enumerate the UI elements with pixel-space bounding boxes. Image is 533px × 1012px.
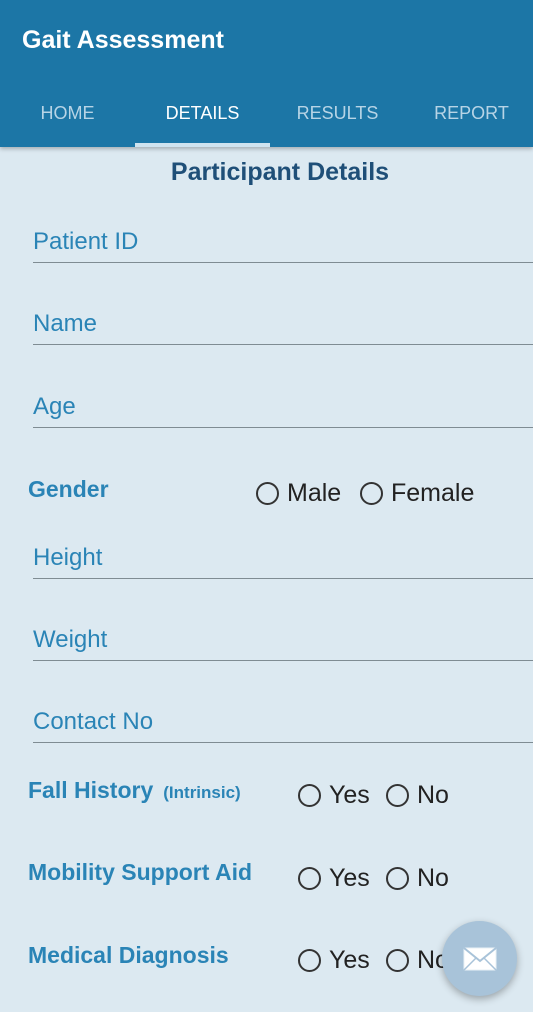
medical-diagnosis-no-radio[interactable]: No	[386, 946, 449, 975]
weight-field[interactable]	[33, 620, 533, 661]
active-tab-indicator	[135, 143, 270, 147]
app-title: Gait Assessment	[22, 26, 224, 54]
mobility-aid-yes-radio[interactable]: Yes	[298, 864, 370, 893]
gender-label: Gender	[28, 476, 109, 502]
mobility-aid-yes-label: Yes	[329, 864, 370, 892]
fall-history-text: Fall History	[28, 777, 154, 803]
section-title: Participant Details	[170, 158, 390, 186]
fall-history-yes-label: Yes	[329, 781, 370, 809]
contact-no-field[interactable]	[33, 702, 533, 743]
patient-id-field[interactable]	[33, 222, 533, 263]
name-field[interactable]	[33, 304, 533, 345]
medical-diagnosis-yes-label: Yes	[329, 946, 370, 974]
mail-icon	[462, 946, 497, 971]
tab-home[interactable]: HOME	[0, 103, 135, 124]
mobility-aid-label: Mobility Support Aid	[28, 859, 253, 885]
radio-circle-icon	[386, 949, 409, 972]
radio-circle-icon	[360, 482, 383, 505]
fall-history-sublabel: (Intrinsic)	[163, 783, 241, 802]
mobility-aid-no-radio[interactable]: No	[386, 864, 449, 893]
mobility-aid-no-label: No	[417, 864, 449, 892]
radio-circle-icon	[256, 482, 279, 505]
app-bar: Gait Assessment HOME DETAILS RESULTS REP…	[0, 0, 533, 147]
age-field[interactable]	[33, 387, 533, 428]
fall-history-no-label: No	[417, 781, 449, 809]
tab-results[interactable]: RESULTS	[270, 103, 405, 124]
height-field[interactable]	[33, 538, 533, 579]
fall-history-no-radio[interactable]: No	[386, 781, 449, 810]
radio-circle-icon	[298, 949, 321, 972]
radio-circle-icon	[386, 867, 409, 890]
fall-history-yes-radio[interactable]: Yes	[298, 781, 370, 810]
gender-male-radio[interactable]: Male	[256, 479, 341, 508]
medical-diagnosis-label: Medical Diagnosis	[28, 942, 229, 968]
tab-details[interactable]: DETAILS	[135, 103, 270, 124]
gender-male-label: Male	[287, 479, 342, 507]
radio-circle-icon	[298, 784, 321, 807]
medical-diagnosis-yes-radio[interactable]: Yes	[298, 946, 370, 975]
gender-female-label: Female	[391, 479, 475, 507]
fall-history-label: Fall History (Intrinsic)	[28, 777, 241, 804]
email-fab-button[interactable]	[442, 921, 517, 996]
radio-circle-icon	[298, 867, 321, 890]
tab-report[interactable]: REPORT	[405, 103, 533, 124]
gender-female-radio[interactable]: Female	[360, 479, 474, 508]
radio-circle-icon	[386, 784, 409, 807]
